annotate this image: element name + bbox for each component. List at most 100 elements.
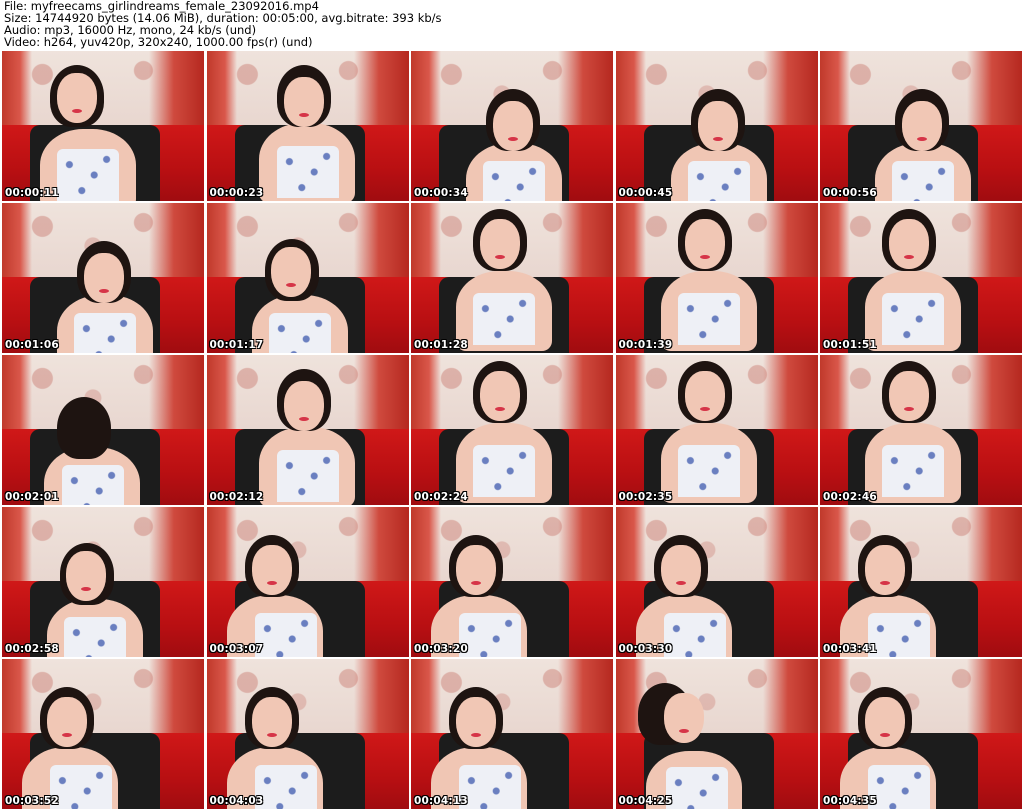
thumbnail-timestamp: 00:01:39 (618, 339, 673, 351)
video-thumbnail: 00:03:30 (615, 507, 818, 657)
floral-top (665, 767, 728, 809)
model-face (889, 219, 929, 269)
model-lips (699, 407, 710, 411)
thumbnail-timestamp: 00:02:24 (414, 491, 468, 503)
model-hair (57, 397, 111, 459)
video-thumbnail: 00:00:45 (615, 51, 818, 201)
floral-top (276, 450, 339, 502)
floral-top (892, 161, 954, 201)
video-thumbnail: 00:00:34 (411, 51, 613, 201)
model-face (66, 551, 106, 601)
model-face (889, 371, 929, 421)
floral-top (677, 445, 740, 497)
thumbnail-timestamp: 00:03:20 (414, 643, 468, 655)
model-face (251, 545, 292, 595)
thumbnail-timestamp: 00:02:35 (618, 491, 673, 503)
model-face (865, 545, 905, 595)
model-face (684, 219, 725, 269)
floral-top (57, 149, 119, 201)
thumbnail-timestamp: 00:04:25 (618, 795, 673, 807)
model-lips (904, 255, 914, 259)
video-thumbnail: 00:04:03 (206, 659, 409, 809)
thumbnail-timestamp: 00:01:51 (823, 339, 877, 351)
model-lips (712, 137, 723, 141)
video-thumbnail: 00:04:13 (411, 659, 613, 809)
video-thumbnail: 00:01:06 (2, 203, 204, 353)
video-thumbnail: 00:02:58 (2, 507, 204, 657)
model-lips (471, 581, 481, 585)
thumbnail-timestamp: 00:04:35 (823, 795, 877, 807)
thumbnail-timestamp: 00:03:52 (5, 795, 59, 807)
model-face (456, 545, 496, 595)
thumbnail-timestamp: 00:01:28 (414, 339, 468, 351)
video-thumbnail: 00:02:24 (411, 355, 613, 505)
video-thumbnail: 00:03:52 (2, 659, 204, 809)
model-face (480, 371, 520, 421)
floral-top (687, 161, 750, 201)
thumbnail-timestamp: 00:04:13 (414, 795, 468, 807)
video-thumbnail: 00:00:11 (2, 51, 204, 201)
floral-top (268, 313, 331, 353)
model-face (902, 101, 942, 151)
thumbnail-timestamp: 00:00:34 (414, 187, 468, 199)
video-thumbnail: 00:01:51 (820, 203, 1022, 353)
video-thumbnail: 00:01:17 (206, 203, 409, 353)
floral-top (254, 765, 317, 809)
video-thumbnail: 00:03:07 (206, 507, 409, 657)
video-thumbnail: 00:00:23 (206, 51, 409, 201)
thumbnail-timestamp: 00:00:56 (823, 187, 877, 199)
thumbnail-timestamp: 00:01:06 (5, 339, 59, 351)
floral-top (677, 293, 740, 345)
model-lips (904, 407, 914, 411)
thumbnail-timestamp: 00:02:12 (209, 491, 264, 503)
model-lips (99, 289, 109, 293)
floral-top (882, 445, 944, 497)
thumbnail-timestamp: 00:00:23 (209, 187, 264, 199)
thumbnail-timestamp: 00:02:01 (5, 491, 59, 503)
thumbnail-timestamp: 00:00:11 (5, 187, 59, 199)
floral-top (473, 293, 535, 345)
floral-top (64, 617, 126, 657)
floral-top (254, 613, 317, 657)
model-face (47, 697, 87, 747)
model-face (865, 697, 905, 747)
model-lips (880, 581, 890, 585)
video-thumbnail: 00:01:39 (615, 203, 818, 353)
floral-top (868, 765, 930, 809)
model-lips (298, 113, 309, 117)
model-lips (675, 581, 686, 585)
model-lips (298, 417, 309, 421)
model-face (283, 77, 324, 127)
video-thumbnail: 00:03:20 (411, 507, 613, 657)
thumbnail-timestamp: 00:02:46 (823, 491, 877, 503)
model-lips (72, 109, 82, 113)
model-lips (266, 733, 277, 737)
video-thumbnail: 00:00:56 (820, 51, 1022, 201)
model-face (660, 545, 701, 595)
model-face (663, 693, 704, 743)
floral-top (483, 161, 545, 201)
floral-top (62, 465, 124, 505)
model-lips (678, 729, 689, 733)
model-face (456, 697, 496, 747)
model-face (283, 381, 324, 431)
thumbnail-timestamp: 00:00:45 (618, 187, 673, 199)
floral-top (459, 765, 521, 809)
floral-top (868, 613, 930, 657)
model-face (57, 73, 97, 123)
floral-top (663, 613, 726, 657)
thumbnail-timestamp: 00:02:58 (5, 643, 59, 655)
floral-top (459, 613, 521, 657)
thumbnail-timestamp: 00:03:07 (209, 643, 264, 655)
model-face (697, 101, 738, 151)
model-face (84, 253, 124, 303)
video-thumbnail: 00:04:35 (820, 659, 1022, 809)
model-face (684, 371, 725, 421)
video-thumbnail: 00:03:41 (820, 507, 1022, 657)
thumbnail-grid: 00:00:11 00:00:23 00:00:34 00:00:45 00:00:56… (2, 51, 1022, 809)
model-lips (62, 733, 72, 737)
floral-top (74, 313, 136, 353)
thumbnail-timestamp: 00:04:03 (209, 795, 264, 807)
floral-top (473, 445, 535, 497)
floral-top (882, 293, 944, 345)
